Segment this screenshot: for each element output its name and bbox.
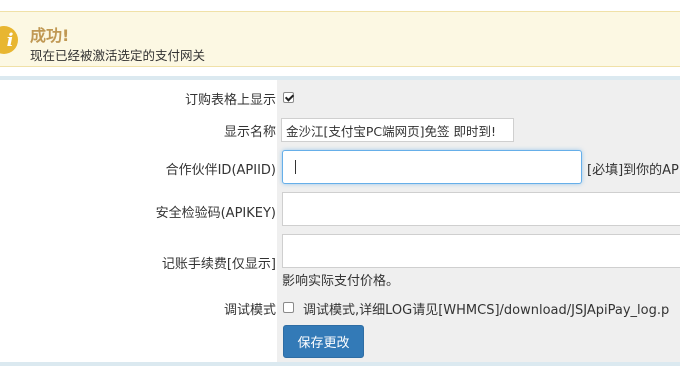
save-button[interactable]: 保存更改 [283,325,364,358]
text-caret [295,160,296,174]
fee-hint: 影响实际支付价格。 [282,274,400,289]
security-key-label: 安全检验码(APIKEY) [155,206,276,221]
panel-bottom-border [0,362,680,366]
success-alert: i 成功! 现在已经被激活选定的支付网关 [0,11,680,67]
security-key-input[interactable] [282,192,680,226]
debug-mode-checkbox[interactable] [283,302,294,313]
debug-mode-label: 调试模式 [223,303,276,318]
display-name-input[interactable] [281,118,514,142]
partner-id-hint: [必填]到你的AP [587,163,679,178]
debug-mode-description: 调试模式,详细LOG请见[WHMCS]/download/JSJApiPay_l… [303,303,670,318]
show-on-order-checkbox[interactable] [283,92,294,103]
display-name-label: 显示名称 [223,125,276,140]
fee-input[interactable] [282,234,680,268]
fee-label: 记账手续费[仅显示] [161,257,276,272]
partner-id-input[interactable] [282,150,582,184]
alert-title: 成功! [30,26,70,45]
alert-message: 现在已经被激活选定的支付网关 [30,48,206,63]
info-icon: i [0,26,18,54]
show-on-order-label: 订购表格上显示 [184,93,276,108]
partner-id-label: 合作伙伴ID(APIID) [165,163,276,178]
